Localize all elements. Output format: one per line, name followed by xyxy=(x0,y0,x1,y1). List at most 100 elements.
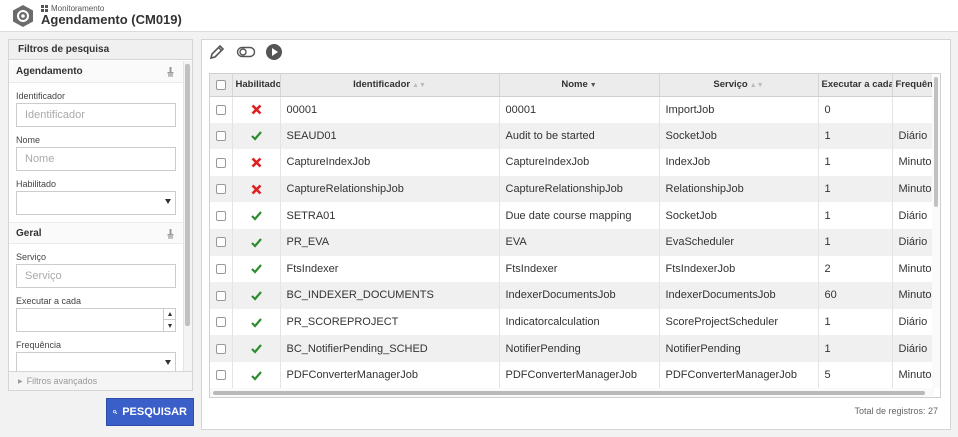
row-identificador: PR_EVA xyxy=(280,228,500,256)
table-row[interactable]: PR_EVA EVA EvaScheduler 1 Diário xyxy=(210,228,940,256)
select-all-header[interactable] xyxy=(210,74,233,97)
quantity-stepper[interactable] xyxy=(163,309,175,331)
col-habilitado[interactable]: Habilitado▲▼ xyxy=(232,74,281,97)
row-checkbox-cell[interactable] xyxy=(210,361,233,389)
app-header: Monitoramento Agendamento (CM019) xyxy=(0,0,958,32)
identificador-input[interactable]: Identificador xyxy=(16,103,176,127)
row-checkbox-cell[interactable] xyxy=(210,149,233,176)
advanced-filters-label: Filtros avançados xyxy=(26,376,98,386)
row-checkbox[interactable] xyxy=(215,210,226,221)
search-icon xyxy=(113,409,118,415)
schedule-table: Habilitado▲▼ Identificador▲▼ Nome▼ Servi… xyxy=(209,73,941,398)
row-checkbox[interactable] xyxy=(215,343,226,354)
row-checkbox-cell[interactable] xyxy=(210,175,233,203)
table-header-row: Habilitado▲▼ Identificador▲▼ Nome▼ Servi… xyxy=(210,74,940,97)
table-row[interactable]: PDFConverterManagerJob PDFConverterManage… xyxy=(210,361,940,389)
row-checkbox-cell[interactable] xyxy=(210,308,233,336)
table-row[interactable]: CaptureRelationshipJob CaptureRelationshi… xyxy=(210,175,940,203)
row-checkbox[interactable] xyxy=(215,157,226,168)
select-all-checkbox[interactable] xyxy=(215,79,226,90)
row-identificador: CaptureRelationshipJob xyxy=(280,175,500,203)
col-identificador[interactable]: Identificador ▲▼ xyxy=(280,74,500,97)
row-enabled-status xyxy=(232,149,281,176)
col-servico[interactable]: Serviço ▲▼ xyxy=(659,74,819,97)
row-checkbox[interactable] xyxy=(215,184,226,195)
check-icon xyxy=(250,371,262,381)
identificador-label: Identificador xyxy=(16,91,66,101)
table-row[interactable]: FtsIndexer FtsIndexer FtsIndexerJob 2 Minuto… xyxy=(210,255,940,283)
stepper-up-icon[interactable] xyxy=(164,309,175,320)
clear-filter-icon[interactable] xyxy=(167,67,174,77)
col-executar[interactable]: Executar a cada xyxy=(818,74,893,97)
search-button[interactable]: PESQUISAR xyxy=(106,398,194,426)
row-executar: 1 xyxy=(818,335,893,362)
row-executar: 2 xyxy=(818,255,893,283)
row-servico: FtsIndexerJob xyxy=(659,255,819,283)
executar-stepper[interactable] xyxy=(16,308,176,332)
row-checkbox-cell[interactable] xyxy=(210,96,233,123)
x-icon xyxy=(251,184,261,195)
play-icon[interactable] xyxy=(265,43,283,61)
habilitado-select[interactable] xyxy=(16,191,176,215)
executar-label: Executar a cada xyxy=(16,296,82,306)
row-nome: IndexerDocumentsJob xyxy=(499,282,660,309)
row-checkbox-cell[interactable] xyxy=(210,202,233,229)
row-checkbox[interactable] xyxy=(215,370,226,381)
table-row[interactable]: BC_NotifierPending_SCHED NotifierPending N… xyxy=(210,335,940,362)
row-checkbox-cell[interactable] xyxy=(210,255,233,283)
servico-input[interactable]: Serviço xyxy=(16,264,176,288)
stepper-down-icon[interactable] xyxy=(164,320,175,331)
row-enabled-status xyxy=(232,202,281,229)
total-records: Total de registros: 27 xyxy=(854,406,938,416)
check-icon xyxy=(250,264,262,275)
frequencia-select[interactable] xyxy=(16,352,176,371)
toolbar xyxy=(202,40,950,64)
row-checkbox[interactable] xyxy=(215,290,226,301)
row-checkbox-cell[interactable] xyxy=(210,228,233,256)
table-row[interactable]: BC_INDEXER_DOCUMENTS IndexerDocumentsJob I… xyxy=(210,282,940,309)
table-row[interactable]: SEAUD01 Audit to be started SocketJob 1 Diár… xyxy=(210,122,940,150)
toggle-enable-icon[interactable] xyxy=(236,43,256,61)
table-horizontal-scrollbar[interactable] xyxy=(210,388,934,397)
row-checkbox[interactable] xyxy=(215,237,226,248)
row-checkbox[interactable] xyxy=(215,317,226,328)
table-row[interactable]: SETRA01 Due date course mapping SocketJob 1… xyxy=(210,202,940,229)
row-checkbox-cell[interactable] xyxy=(210,122,233,150)
servico-label: Serviço xyxy=(16,252,47,262)
row-executar: 1 xyxy=(818,228,893,256)
filter-panel: Filtros de pesquisa Agendamento Identifi… xyxy=(8,39,193,391)
row-identificador: BC_INDEXER_DOCUMENTS xyxy=(280,282,500,309)
row-checkbox-cell[interactable] xyxy=(210,282,233,309)
row-checkbox[interactable] xyxy=(215,130,226,141)
clear-filter-icon[interactable] xyxy=(167,229,174,239)
nome-input[interactable]: Nome xyxy=(16,147,176,171)
row-checkbox[interactable] xyxy=(215,104,226,115)
edit-icon[interactable] xyxy=(208,43,226,61)
filter-scrollbar-thumb[interactable] xyxy=(185,64,190,326)
col-nome[interactable]: Nome ▼ xyxy=(499,74,660,97)
check-icon xyxy=(250,211,262,221)
row-servico: RelationshipJob xyxy=(659,175,819,203)
row-servico: IndexJob xyxy=(659,149,819,176)
table-vertical-scrollbar-thumb[interactable] xyxy=(934,77,938,207)
row-executar: 1 xyxy=(818,175,893,203)
habilitado-label: Habilitado xyxy=(16,179,57,189)
advanced-filters-toggle[interactable]: ▶ Filtros avançados xyxy=(9,371,192,390)
table-horizontal-scrollbar-thumb[interactable] xyxy=(213,391,925,395)
row-identificador: SETRA01 xyxy=(280,202,500,229)
table-row[interactable]: CaptureIndexJob CaptureIndexJob IndexJob 1 M… xyxy=(210,149,940,176)
row-nome: CaptureRelationshipJob xyxy=(499,175,660,203)
table-row[interactable]: 00001 00001 ImportJob 0 xyxy=(210,96,940,123)
row-servico: ImportJob xyxy=(659,96,819,123)
table-row[interactable]: PR_SCOREPROJECT Indicatorcalculation Score… xyxy=(210,308,940,336)
table-vertical-scrollbar[interactable] xyxy=(932,74,940,388)
row-executar: 1 xyxy=(818,122,893,150)
row-enabled-status xyxy=(232,228,281,256)
row-enabled-status xyxy=(232,361,281,389)
filter-panel-body: Agendamento Identificador Identificador … xyxy=(9,61,184,371)
row-nome: FtsIndexer xyxy=(499,255,660,283)
search-button-label: PESQUISAR xyxy=(122,406,187,418)
sort-desc-icon: ▼ xyxy=(589,82,597,90)
row-checkbox-cell[interactable] xyxy=(210,335,233,362)
row-checkbox[interactable] xyxy=(215,263,226,274)
